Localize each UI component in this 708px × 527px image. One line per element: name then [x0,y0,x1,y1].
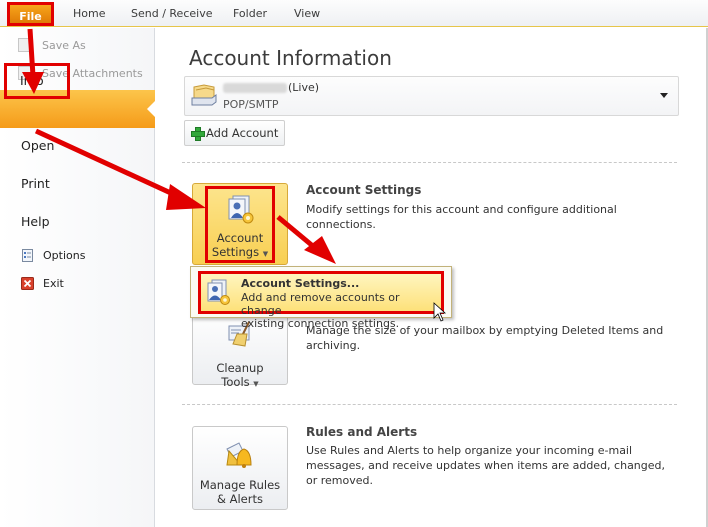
button-label-line2: & Alerts [217,492,263,506]
account-name: (Live) [223,81,319,94]
menu-item-account-settings[interactable]: Account Settings... Add and remove accou… [198,271,444,330]
selected-notch [147,100,156,118]
menu-item-title: Account Settings... [241,277,360,290]
button-label-line1: Manage Rules [199,478,281,492]
rules-alerts-bell-icon [226,442,252,468]
sidebar-item-label: Exit [43,277,64,290]
chevron-down-icon: ▼ [253,380,259,388]
save-as-icon [18,38,32,52]
section-title-account-settings: Account Settings [306,183,422,197]
sidebar-item-save-as[interactable]: Save As [18,36,86,54]
section-desc-account-settings: Modify settings for this account and con… [306,203,617,231]
button-label-line2: Tools ▼ [221,375,259,389]
backstage-sidebar: Save As Save Attachments Open Print Help… [0,28,156,527]
tab-view[interactable]: View [294,0,320,27]
sidebar-item-info[interactable]: Info [4,63,70,99]
sidebar-item-label: Options [43,249,86,262]
exit-icon [21,277,34,290]
sidebar-item-label: Save As [42,38,86,52]
section-desc-rules-alerts: Use Rules and Alerts to help organize yo… [306,444,666,487]
ribbon-tab-bar: File Home Send / Receive Folder View [0,0,708,27]
menu-item-description: Add and remove accounts or change existi… [241,291,400,330]
account-name-suffix: (Live) [288,81,320,94]
divider [182,162,677,163]
account-type: POP/SMTP [223,98,279,111]
mailbox-icon [191,84,217,106]
chevron-down-icon[interactable] [660,93,668,98]
add-account-button[interactable]: Add Account [184,120,285,146]
sidebar-item-print[interactable]: Print [21,176,50,191]
page-title: Account Information [189,46,392,70]
account-selector[interactable]: (Live) POP/SMTP [184,76,679,116]
tab-send-receive[interactable]: Send / Receive [131,0,212,27]
options-icon [22,249,33,262]
highlight-box-account-settings [205,186,275,263]
account-settings-dropdown: Account Settings... Add and remove accou… [190,266,452,330]
manage-rules-alerts-button[interactable]: Manage Rules & Alerts [192,426,288,510]
sidebar-item-exit[interactable]: Exit [21,277,64,290]
arrowhead [304,236,336,264]
tab-folder[interactable]: Folder [233,0,267,27]
button-label-line1: Cleanup [216,361,264,375]
redacted-email [223,83,287,93]
sidebar-item-help[interactable]: Help [21,214,50,229]
account-settings-icon [207,279,230,305]
sidebar-item-options[interactable]: Options [21,249,85,262]
tab-home[interactable]: Home [73,0,105,27]
add-account-label: Add Account [206,126,279,140]
divider [182,404,677,405]
tab-file[interactable]: File [7,2,54,26]
sidebar-item-open[interactable]: Open [21,138,54,153]
section-title-rules-alerts: Rules and Alerts [306,425,418,439]
plus-icon [191,127,205,141]
